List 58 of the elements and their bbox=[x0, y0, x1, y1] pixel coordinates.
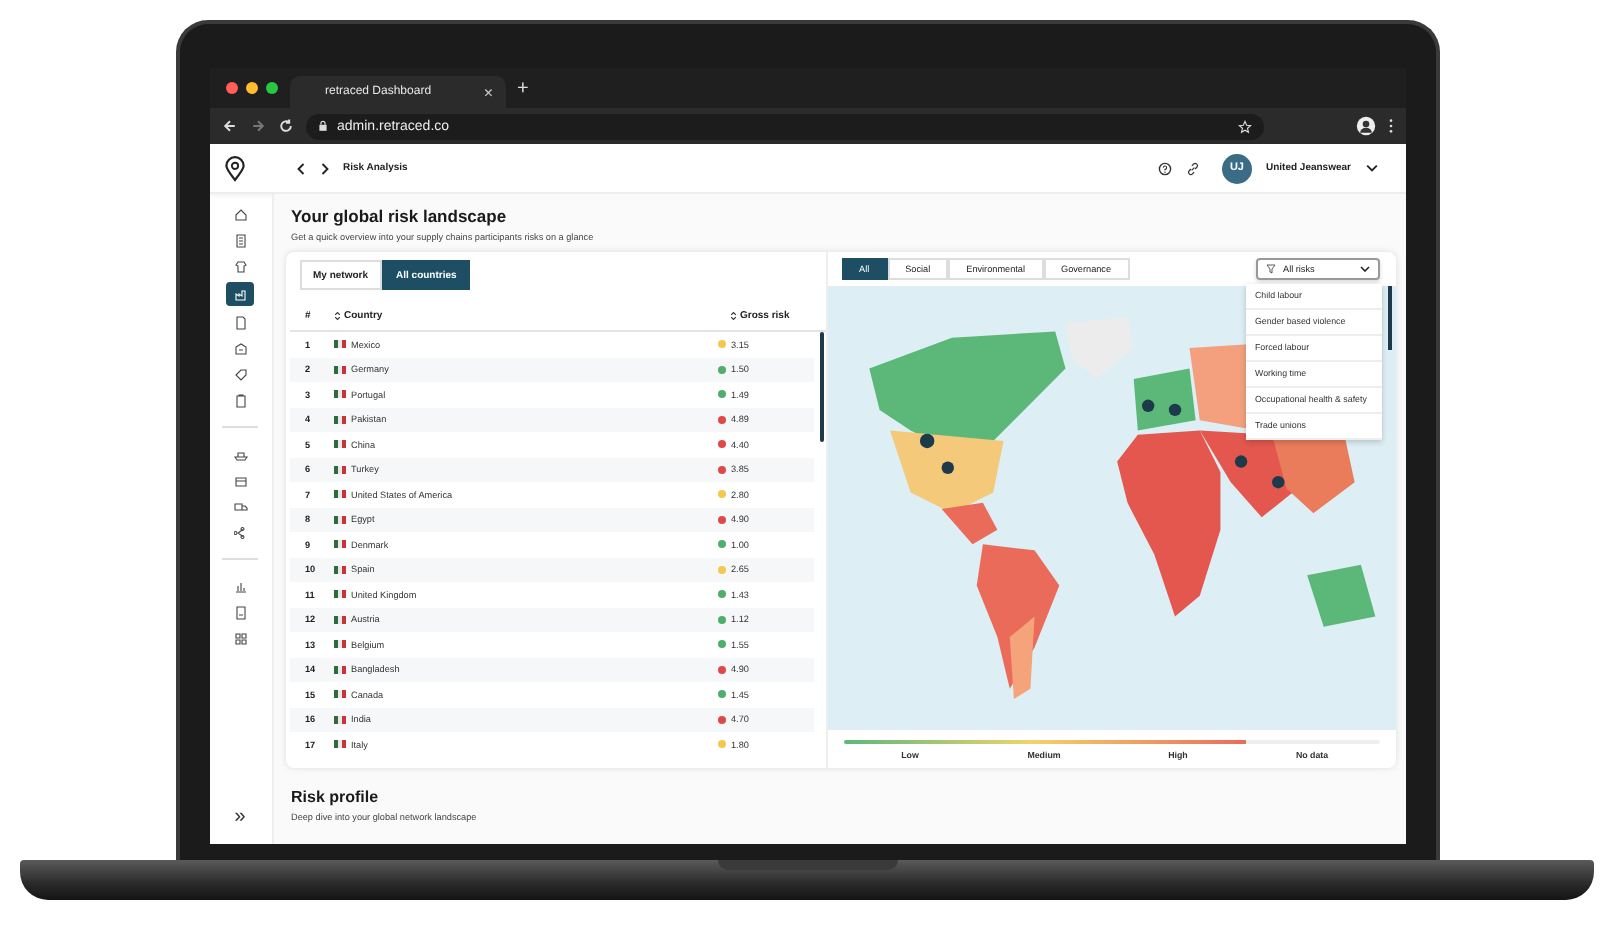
truck-icon bbox=[233, 499, 247, 513]
sort-icon[interactable] bbox=[729, 309, 736, 321]
close-tab-button[interactable]: × bbox=[483, 83, 493, 101]
clipboard-icon bbox=[233, 393, 247, 407]
location-pin-icon[interactable] bbox=[223, 155, 245, 181]
more-icon[interactable] bbox=[1387, 118, 1393, 134]
tag-icon bbox=[233, 367, 247, 381]
nav-button[interactable] bbox=[226, 282, 254, 306]
minimize-window-icon[interactable] bbox=[245, 82, 257, 94]
close-window-icon[interactable] bbox=[225, 82, 237, 94]
document-icon bbox=[233, 233, 247, 247]
box-icon bbox=[233, 473, 247, 487]
flag-icon bbox=[333, 415, 345, 424]
ship-icon bbox=[233, 447, 247, 461]
profile-icon[interactable] bbox=[1355, 116, 1375, 136]
factory-icon bbox=[233, 287, 247, 301]
chevron-down-icon[interactable] bbox=[1365, 164, 1377, 172]
flag-icon bbox=[333, 340, 345, 349]
file-icon bbox=[233, 315, 247, 329]
new-tab-button[interactable]: + bbox=[517, 77, 529, 99]
flag-icon bbox=[333, 515, 345, 524]
chevron-down-icon bbox=[1359, 266, 1369, 273]
flag-icon bbox=[333, 540, 345, 549]
flag-icon bbox=[333, 365, 345, 374]
link-icon[interactable] bbox=[1185, 161, 1200, 175]
flag-icon bbox=[333, 490, 345, 499]
flag-icon bbox=[333, 740, 345, 749]
share-icon bbox=[233, 525, 247, 539]
flag-icon bbox=[333, 440, 345, 449]
report-icon bbox=[233, 605, 247, 619]
star-icon[interactable] bbox=[1237, 119, 1251, 133]
flag-icon bbox=[333, 690, 345, 699]
home-icon bbox=[233, 207, 247, 221]
maximize-window-icon[interactable] bbox=[265, 82, 277, 94]
building-icon bbox=[233, 341, 247, 355]
flag-icon bbox=[333, 615, 345, 624]
chart-icon bbox=[233, 579, 247, 593]
flag-icon bbox=[333, 715, 345, 724]
help-icon[interactable] bbox=[1157, 161, 1172, 175]
scrollbar[interactable] bbox=[819, 332, 823, 442]
back-icon[interactable] bbox=[295, 161, 305, 175]
expand-sidebar-button[interactable]: » bbox=[234, 806, 246, 828]
shirt-icon bbox=[233, 259, 247, 273]
lock-icon bbox=[317, 120, 327, 132]
flag-icon bbox=[333, 590, 345, 599]
sort-icon[interactable] bbox=[333, 309, 340, 321]
flag-icon bbox=[333, 565, 345, 574]
flag-icon bbox=[333, 665, 345, 674]
section-title: Your global risk landscape bbox=[289, 206, 509, 226]
flag-icon bbox=[333, 390, 345, 399]
scrollbar[interactable] bbox=[1387, 286, 1391, 351]
filter-icon bbox=[1265, 264, 1275, 275]
flag-icon bbox=[333, 640, 345, 649]
reload-icon[interactable] bbox=[277, 118, 293, 134]
forward-icon[interactable] bbox=[319, 161, 329, 175]
grid-icon bbox=[233, 631, 247, 645]
flag-icon bbox=[333, 465, 345, 474]
section-title: Risk profile bbox=[289, 788, 381, 806]
